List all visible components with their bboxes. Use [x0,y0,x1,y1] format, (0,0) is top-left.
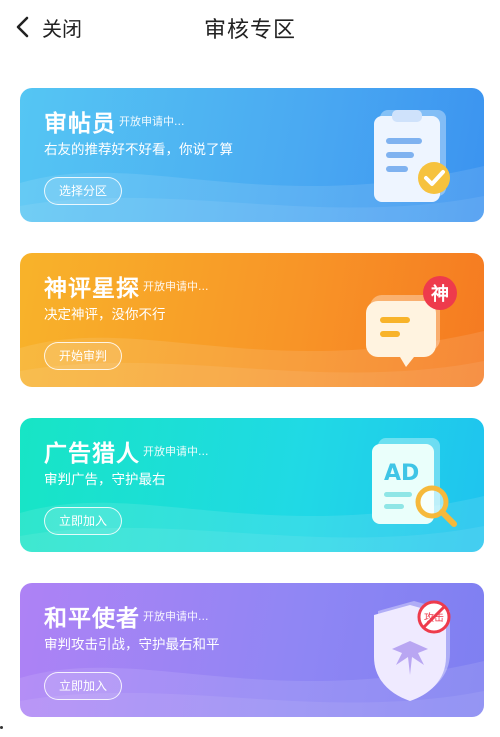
card-ad-hunter[interactable]: 广告猎人 开放申请中... 审判广告，守护最右 立即加入 AD [20,418,484,552]
card-title: 广告猎人 [44,441,140,467]
start-judging-button[interactable]: 开始审判 [44,342,123,370]
select-section-button[interactable]: 选择分区 [44,177,123,205]
card-status: 开放申请中... [143,610,209,623]
page-title: 审核专区 [203,18,296,43]
card-comment-scout[interactable]: 神评星探 开放申请中... 决定神评，没你不行 开始审判 神 [20,253,484,387]
join-now-button[interactable]: 立即加入 [44,672,123,700]
badge-text: 神 [431,283,449,305]
card-title: 审帖员 [44,111,116,137]
top-bar: 关闭 审核专区 [0,0,500,56]
card-description: 决定神评，没你不行 [44,307,166,323]
join-now-button[interactable]: 立即加入 [44,507,123,535]
card-peace-envoy[interactable]: 和平使者 开放申请中... 审判攻击引战，守护最右和平 立即加入 攻击 [20,583,484,717]
card-description: 审判攻击引战，守护最右和平 [44,637,220,653]
peace-shield-icon: 攻击 [374,600,451,701]
card-description: 右友的推荐好不好看，你说了算 [44,142,233,158]
card-status: 开放申请中... [119,115,185,128]
card-title: 和平使者 [44,606,140,632]
card-title: 神评星探 [44,276,140,302]
ad-text: AD [384,461,419,486]
card-status: 开放申请中... [143,445,209,458]
card-description: 审判广告，守护最右 [44,472,166,488]
ad-magnifier-icon: AD [372,438,457,527]
card-status: 开放申请中... [143,280,209,293]
speech-bubble-icon: 神 [366,276,457,367]
stamp-text: 攻击 [424,611,444,624]
clipboard-check-icon [374,110,450,202]
card-post-reviewer[interactable]: 审帖员 开放申请中... 右友的推荐好不好看，你说了算 选择分区 [20,88,484,222]
corner-dot [0,726,3,729]
